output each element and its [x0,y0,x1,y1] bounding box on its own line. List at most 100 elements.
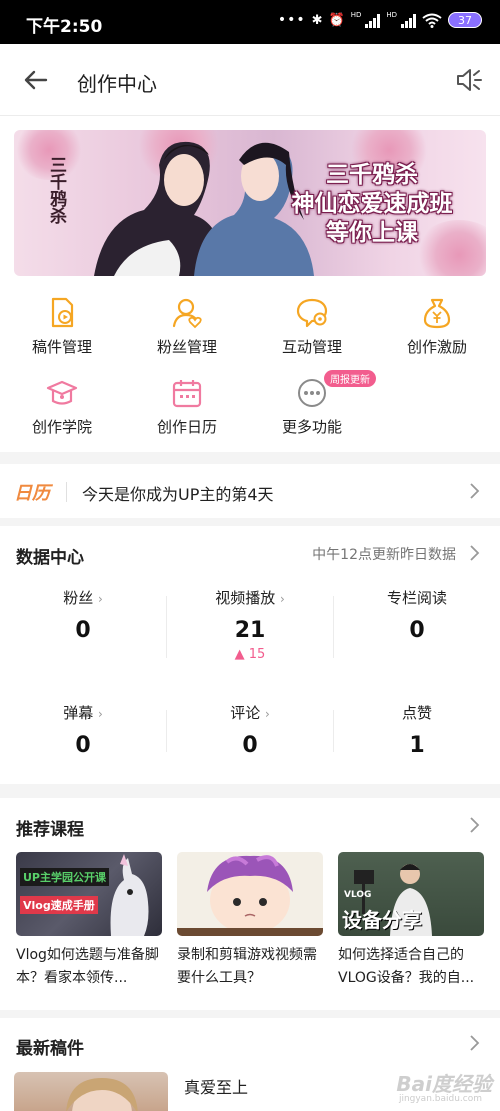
stat-label: 评论 › [230,704,270,722]
stat-danmaku[interactable]: 弹幕 › 0 [0,702,166,758]
divider [166,710,167,752]
speaker-icon[interactable] [454,66,482,94]
calendar-logo: 日历 [14,483,50,504]
course-title: 如何选择适合自己的VLOG设备？我的自... [338,947,475,986]
course-card[interactable]: 录制和剪辑游戏视频需要什么工具？ [177,852,323,990]
stat-value: 0 [409,618,425,643]
course-card[interactable]: UP主学园公开课 Vlog速成手册 Vlog如何选题与准备脚本？看家本领传... [16,852,162,990]
menu-creation-calendar[interactable]: 创作日历 [125,376,249,437]
promo-banner[interactable]: 三千鸦杀 三千鸦杀 神仙恋爱速成班 等你上课 [14,130,486,276]
manuscript-icon [51,297,74,328]
banner-line: 等你上课 [326,219,418,246]
status-icons: ••• ✱ ⏰ HD HD 37 [277,11,482,28]
stat-label: 专栏阅读 [386,589,447,607]
course-thumbnail: UP主学园公开课 Vlog速成手册 [16,852,162,936]
course-title: 录制和剪辑游戏视频需要什么工具？ [177,947,317,986]
portrait-figure [66,1078,138,1111]
menu-label: 创作激励 [406,338,467,356]
hd-label: HD [350,11,362,19]
chevron-right-icon[interactable] [468,544,480,562]
menu-label: 稿件管理 [31,338,92,356]
stat-value: 0 [75,733,91,758]
watermark-url: jingyan.baidu.com [398,1094,482,1104]
calendar-icon [172,380,202,408]
stat-label: 弹幕 › [63,704,103,722]
academy-icon [46,380,78,405]
alarm-icon: ⏰ [328,12,345,28]
chevron-right-icon [470,483,480,499]
menu-label: 更多功能 [281,418,342,436]
stat-likes[interactable]: 点赞 1 [334,702,500,758]
cartoon-character [177,855,323,936]
page-title: 创作中心 [77,72,157,96]
fans-icon [172,298,202,329]
hd-label-2: HD [386,11,397,19]
stat-value: 1 [409,733,425,758]
menu-creation-incentive[interactable]: 创作激励 [375,296,499,357]
course-thumbnail: VLOG 设备分享 [338,852,484,936]
banner-line: 神仙恋爱速成班 [291,190,453,217]
divider [333,596,334,658]
divider [66,482,67,502]
back-arrow-icon[interactable] [22,66,50,94]
stat-delta: ▲ 15 [234,647,266,662]
recommended-courses: 推荐课程 UP主学园公开课 Vlog速成手册 Vlog如何选题与准备脚本？看家本… [0,798,500,1010]
interaction-icon [296,298,328,328]
watermark-logo: Bai度经验 [396,1072,492,1096]
status-bar: 下午2:50 ••• ✱ ⏰ HD HD 37 [0,0,500,44]
battery-icon: 37 [448,12,482,28]
stat-label: 点赞 [401,704,432,722]
chevron-right-icon[interactable] [468,1034,480,1052]
course-thumbnail [177,852,323,936]
data-center-title: 数据中心 [16,548,84,568]
weekly-report-badge: 周报更新 [324,370,376,387]
more-dots-icon: ••• [277,12,306,28]
course-card[interactable]: VLOG 设备分享 如何选择适合自己的VLOG设备？我的自... [338,852,484,990]
status-time: 下午2:50 [26,17,103,37]
menu-label: 互动管理 [281,338,342,356]
latest-submissions: 最新稿件 真爱至上 Bai度经验 jingyan.baidu.com [0,1018,500,1111]
menu-interaction-management[interactable]: 互动管理 [250,296,374,357]
stat-label: 粉丝 › [63,589,103,607]
banner-line: 三千鸦杀 [326,161,418,188]
wifi-icon [422,13,442,28]
submission-thumbnail[interactable] [14,1072,168,1111]
menu-label: 创作日历 [156,418,217,436]
menu-manuscript-management[interactable]: 稿件管理 [0,296,124,357]
stat-video-plays[interactable]: 视频播放 › 21 ▲ 15 [167,587,333,662]
stat-value: 0 [75,618,91,643]
calendar-strip[interactable]: 日历 今天是你成为UP主的第4天 [0,464,500,518]
data-update-note[interactable]: 中午12点更新昨日数据 [312,544,456,564]
course-title: Vlog如何选题与准备脚本？看家本领传... [16,947,159,986]
banner-headline: 三千鸦杀 神仙恋爱速成班 等你上课 [272,160,472,247]
divider [333,710,334,752]
signal-icon-2 [401,13,416,28]
stat-comments[interactable]: 评论 › 0 [167,702,333,758]
submission-title[interactable]: 真爱至上 [184,1074,248,1098]
course-tag: 设备分享 [342,908,422,932]
menu-label: 创作学院 [31,418,92,436]
money-bag-icon [423,298,451,329]
stat-value: 21 [234,618,266,643]
stat-column-reads[interactable]: 专栏阅读 0 [334,587,500,643]
menu-fans-management[interactable]: 粉丝管理 [125,296,249,357]
chevron-right-icon[interactable] [468,816,480,834]
unicorn-figure [110,854,149,936]
course-tag: UP主学园公开课 [20,868,109,886]
bluetooth-icon: ✱ [311,12,323,28]
courses-title: 推荐课程 [16,820,84,840]
stat-value: 0 [242,733,258,758]
banner-calligraphy: 三千鸦杀 [46,156,66,224]
up-days-text: 今天是你成为UP主的第4天 [82,485,274,504]
menu-more-functions[interactable]: 周报更新 更多功能 [250,370,376,437]
stat-label: 视频播放 › [215,589,285,607]
data-center: 数据中心 中午12点更新昨日数据 粉丝 › 0 视频播放 › 21 ▲ 15 专… [0,526,500,784]
divider [166,596,167,658]
latest-title: 最新稿件 [16,1039,84,1059]
course-tag: VLOG [344,890,372,900]
menu-creation-academy[interactable]: 创作学院 [0,376,124,437]
course-tag: Vlog速成手册 [20,896,98,914]
stat-fans[interactable]: 粉丝 › 0 [0,587,166,643]
menu-label: 粉丝管理 [156,338,217,356]
signal-icon [365,13,381,28]
